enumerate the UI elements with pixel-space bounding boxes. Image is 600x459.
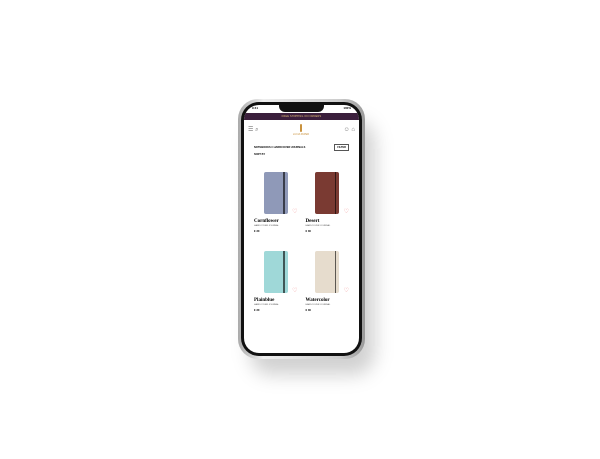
product-subtitle: HARDCOVER JOURNAL: [305, 225, 331, 227]
menu-icon[interactable]: ☰: [248, 127, 253, 133]
notebook-image: [315, 251, 340, 293]
bag-icon[interactable]: ⌂: [351, 127, 355, 133]
product-card[interactable]: ♡ Cornflower HARDCOVER JOURNAL € 30: [254, 160, 298, 233]
product-subtitle: HARDCOVER JOURNAL: [254, 304, 279, 306]
product-subtitle: HARDCOVER JOURNAL: [254, 225, 279, 227]
product-subtitle: HARDCOVER JOURNAL: [305, 304, 331, 306]
search-icon[interactable]: ⌕: [255, 127, 258, 133]
product-name[interactable]: Watercolor: [306, 298, 350, 303]
product-card[interactable]: ♡ Desert HARDCOVER JOURNAL € 30: [305, 160, 350, 233]
logo[interactable]: LUCIA PAPER: [293, 124, 309, 136]
product-price: € 30: [305, 308, 311, 312]
promo-banner[interactable]: FREE SHIPPING ON ORDERS: [244, 113, 359, 120]
heart-icon[interactable]: ♡: [292, 287, 297, 294]
notebook-image: [263, 251, 288, 293]
breadcrumb[interactable]: NOTEBOOKS // HARDCOVER JOURNALS: [254, 146, 305, 149]
product-name[interactable]: Desert: [306, 219, 350, 224]
battery: 100%: [343, 106, 351, 110]
notch: [279, 105, 324, 112]
sort-dropdown[interactable]: SORT BY: [244, 151, 359, 158]
heart-icon[interactable]: ♡: [344, 208, 349, 215]
product-price: € 30: [254, 308, 260, 312]
heart-icon[interactable]: ♡: [292, 208, 297, 215]
time: 9:41: [252, 106, 259, 110]
header: ☰ ⌕ LUCIA PAPER ☺ ⌂: [244, 120, 359, 140]
account-icon[interactable]: ☺: [344, 127, 350, 133]
product-name[interactable]: Cornflower: [254, 219, 298, 224]
product-card[interactable]: ♡ Watercolor HARDCOVER JOURNAL € 30: [305, 239, 350, 312]
product-card[interactable]: ♡ Plainblue HARDCOVER JOURNAL € 30: [254, 239, 298, 312]
heart-icon[interactable]: ♡: [344, 287, 349, 294]
product-image[interactable]: [306, 160, 350, 216]
product-price: € 30: [254, 229, 260, 233]
notebook-image: [263, 172, 288, 214]
notebook-image: [315, 172, 340, 214]
phone-mockup: 9:41 100% FREE SHIPPING ON ORDERS ☰ ⌕ LUC…: [238, 99, 365, 359]
product-price: € 30: [305, 229, 311, 233]
screen: 9:41 100% FREE SHIPPING ON ORDERS ☰ ⌕ LUC…: [244, 105, 359, 353]
product-name[interactable]: Plainblue: [254, 298, 298, 303]
filter-button[interactable]: FILTER: [334, 144, 349, 151]
product-image[interactable]: [254, 239, 298, 295]
product-image[interactable]: [254, 160, 298, 216]
product-image[interactable]: [306, 239, 350, 295]
